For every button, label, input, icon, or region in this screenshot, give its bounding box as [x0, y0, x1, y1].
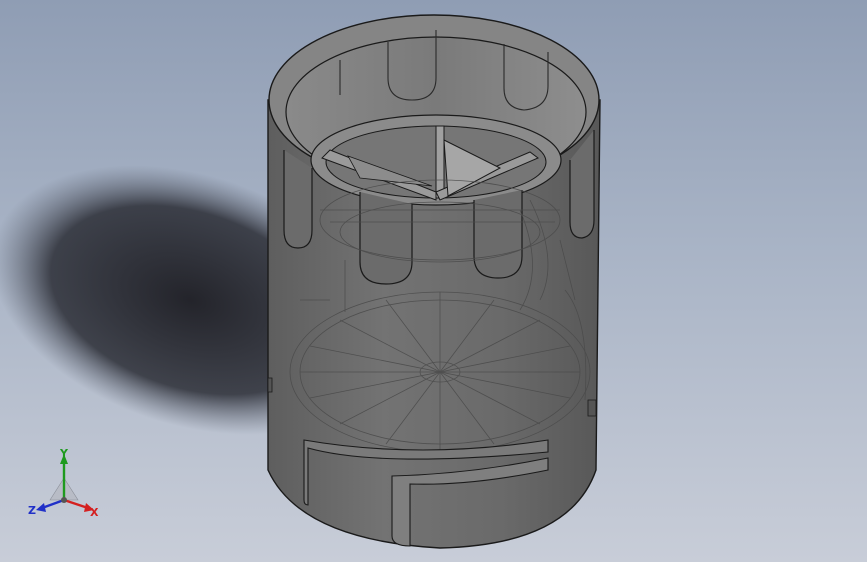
triad-z-axis [41, 498, 65, 510]
model-canvas[interactable] [0, 0, 867, 562]
cylinder-part[interactable] [267, 14, 601, 549]
triad-x-axis [63, 498, 89, 510]
triad-z-arrow [36, 503, 46, 512]
triad-y-label: Y [59, 447, 69, 460]
triad-x-label: X [90, 506, 99, 519]
graphics-viewport[interactable]: Y X Z [0, 0, 867, 562]
reference-triad: Y X Z [28, 447, 99, 519]
triad-origin [61, 497, 67, 503]
triad-z-label: Z [28, 504, 36, 517]
